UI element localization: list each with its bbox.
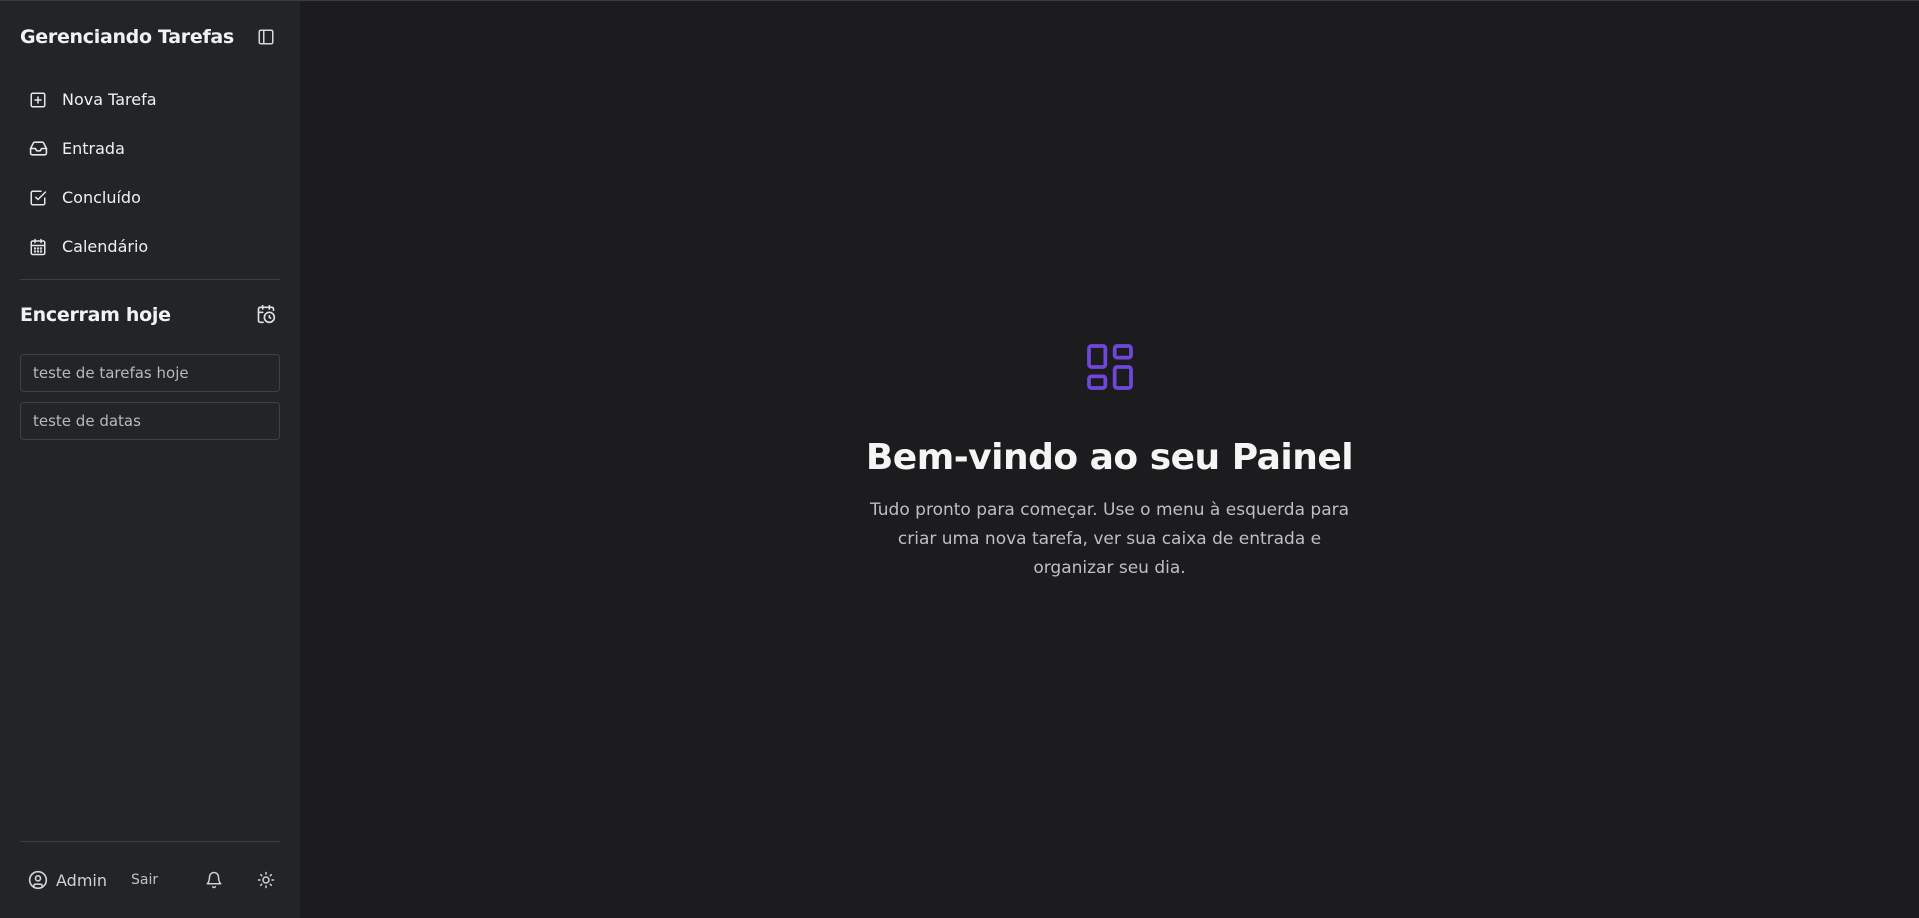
user-name: Admin xyxy=(56,870,107,890)
app-root: Gerenciando Tarefas Nova Tarefa Entrada … xyxy=(0,0,1919,918)
due-today-list: teste de tarefas hoje teste de datas xyxy=(20,354,280,440)
sidebar-item-entrada[interactable]: Entrada xyxy=(20,124,280,173)
sidebar-item-concluido[interactable]: Concluído xyxy=(20,173,280,222)
sidebar-item-label: Entrada xyxy=(62,139,125,158)
sidebar: Gerenciando Tarefas Nova Tarefa Entrada … xyxy=(0,1,300,918)
sidebar-item-label: Calendário xyxy=(62,237,149,256)
calendar-clock-icon[interactable] xyxy=(252,300,280,328)
sun-icon[interactable] xyxy=(252,866,280,894)
calendar-icon xyxy=(28,237,48,257)
due-today-title: Encerram hoje xyxy=(20,304,171,326)
main-content: Bem-vindo ao seu Painel Tudo pronto para… xyxy=(300,1,1919,918)
welcome-panel: Bem-vindo ao seu Painel Tudo pronto para… xyxy=(300,339,1919,583)
sidebar-item-label: Nova Tarefa xyxy=(62,90,157,109)
task-item[interactable]: teste de datas xyxy=(20,402,280,440)
logout-button[interactable]: Sair xyxy=(131,872,158,888)
user-circle-icon xyxy=(28,870,48,890)
due-today-header: Encerram hoje xyxy=(20,300,280,336)
sidebar-header: Gerenciando Tarefas xyxy=(20,1,280,73)
sidebar-item-calendario[interactable]: Calendário xyxy=(20,222,280,271)
user-profile[interactable]: Admin xyxy=(28,870,107,890)
bell-icon[interactable] xyxy=(200,866,228,894)
sidebar-footer: Admin Sair xyxy=(20,841,280,918)
sidebar-toggle-icon[interactable] xyxy=(252,23,280,51)
sidebar-nav: Nova Tarefa Entrada Concluído Calendário xyxy=(20,75,280,271)
sidebar-item-label: Concluído xyxy=(62,188,141,207)
welcome-title: Bem-vindo ao seu Painel xyxy=(865,437,1354,478)
app-title: Gerenciando Tarefas xyxy=(20,26,234,48)
inbox-icon xyxy=(28,139,48,159)
task-item[interactable]: teste de tarefas hoje xyxy=(20,354,280,392)
dashboard-icon xyxy=(1082,339,1138,399)
sidebar-item-nova-tarefa[interactable]: Nova Tarefa xyxy=(20,75,280,124)
sidebar-divider xyxy=(20,279,280,280)
check-square-icon xyxy=(28,188,48,208)
welcome-text: Tudo pronto para começar. Use o menu à e… xyxy=(869,500,1350,578)
plus-square-icon xyxy=(28,90,48,110)
